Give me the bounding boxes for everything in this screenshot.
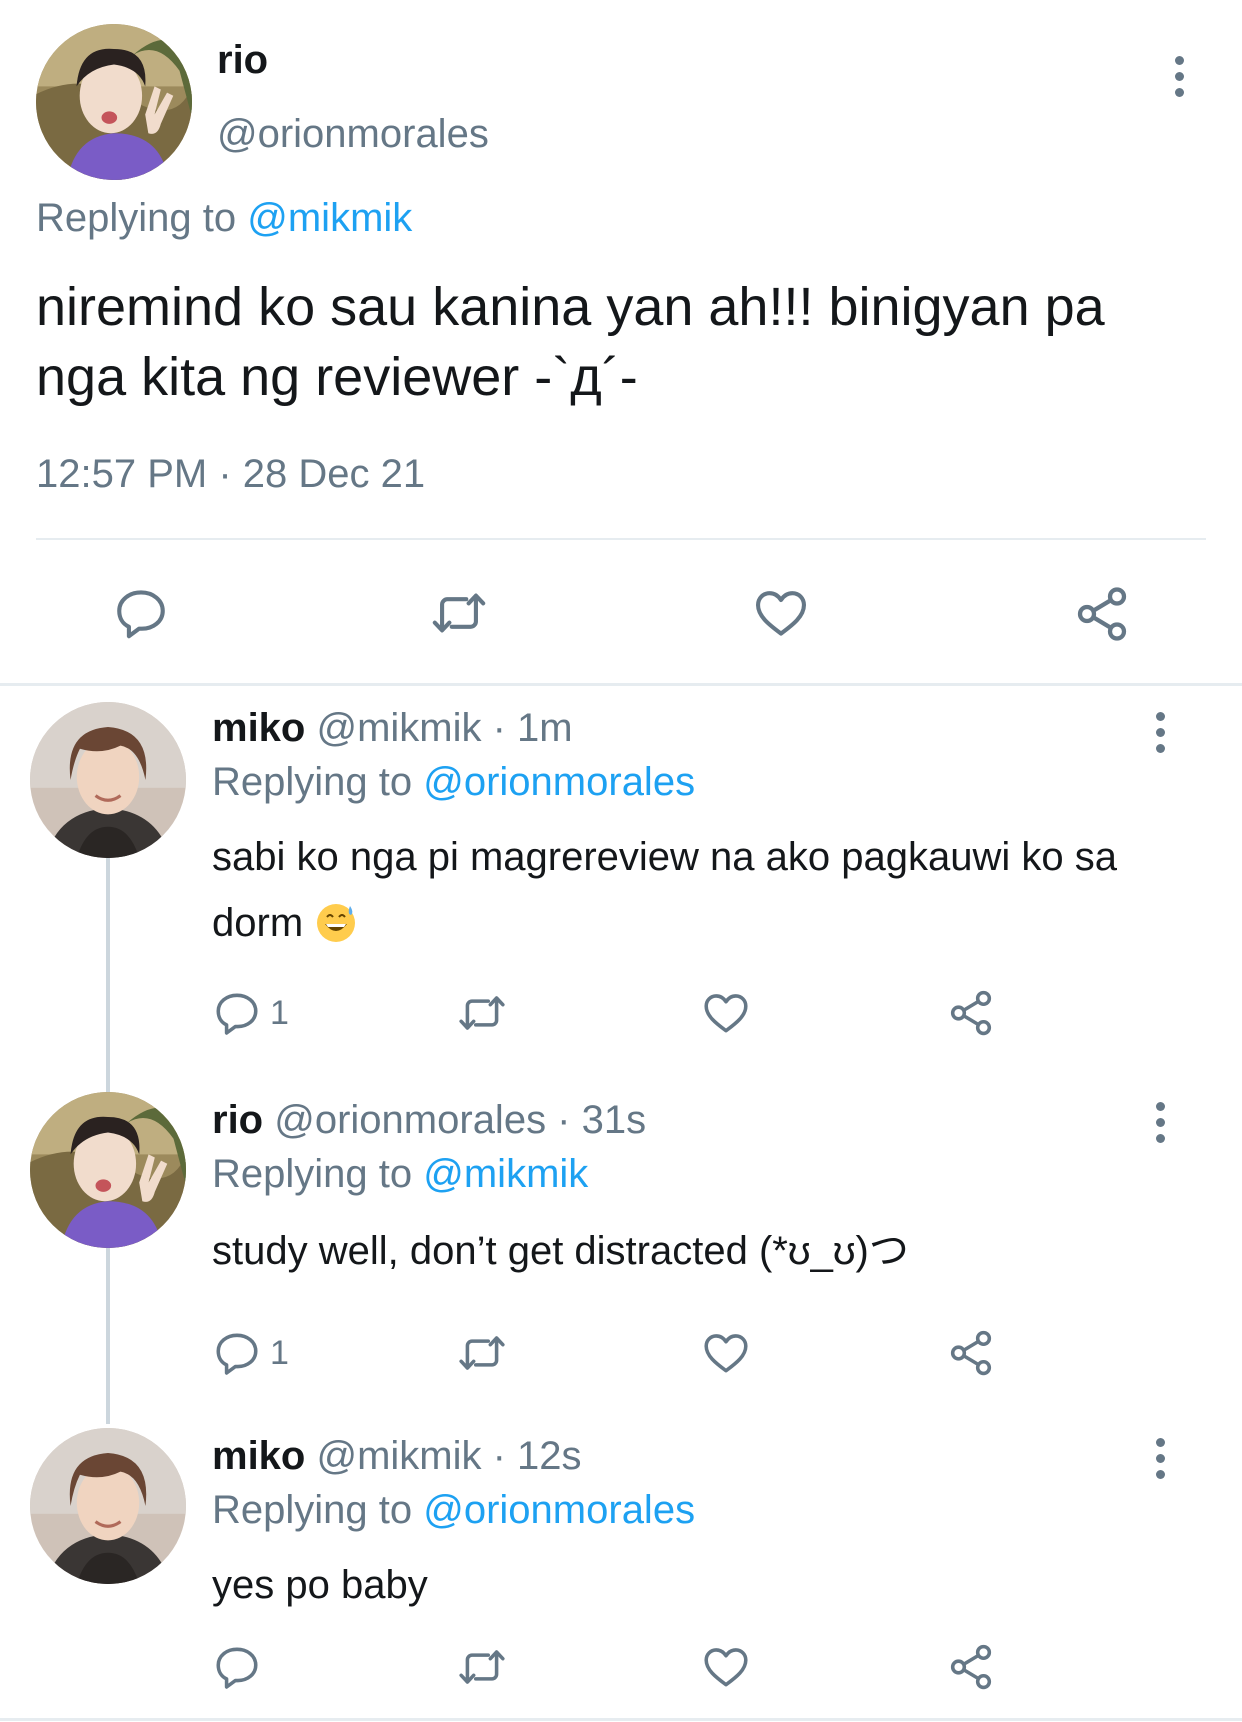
reply-icon: [112, 584, 170, 642]
replying-to-line: Replying to @mikmik: [212, 1152, 588, 1197]
author-name[interactable]: miko: [212, 1434, 305, 1478]
retweet-button[interactable]: [454, 1642, 510, 1692]
like-icon: [700, 988, 752, 1038]
avatar[interactable]: [30, 1092, 186, 1248]
tweet-text: sabi ko nga pi magrereview na ako pagkau…: [212, 824, 1172, 956]
avatar[interactable]: [30, 702, 186, 858]
replying-to-label: Replying to: [212, 1488, 413, 1532]
retweet-icon: [428, 584, 490, 642]
reply-button[interactable]: [212, 1642, 270, 1692]
like-icon: [700, 1642, 752, 1692]
avatar-image: [30, 1428, 186, 1584]
share-icon: [946, 988, 996, 1038]
tweet-actions: [0, 1632, 1242, 1712]
author-handle-time[interactable]: @orionmorales · 31s: [274, 1098, 646, 1142]
like-icon: [751, 584, 811, 642]
author-name[interactable]: miko: [212, 706, 305, 750]
avatar-image: [36, 24, 192, 180]
like-button[interactable]: [700, 1642, 752, 1692]
share-icon: [946, 1642, 996, 1692]
replying-to-mention[interactable]: @mikmik: [423, 1152, 588, 1196]
replying-to-mention[interactable]: @orionmorales: [423, 760, 695, 804]
tweet-actions: [0, 570, 1242, 650]
avatar-image: [30, 1092, 186, 1248]
tweet-text: yes po baby: [212, 1563, 428, 1607]
share-icon: [946, 1328, 996, 1378]
replying-to-line: Replying to @orionmorales: [212, 1488, 695, 1533]
author-name[interactable]: rio: [217, 38, 268, 83]
share-button[interactable]: [1072, 584, 1132, 644]
divider: [36, 538, 1206, 540]
bottom-divider: [0, 1718, 1242, 1721]
retweet-button[interactable]: [428, 584, 490, 642]
tweet-actions: 1: [0, 1318, 1242, 1398]
avatar[interactable]: [30, 1428, 186, 1584]
more-options-icon[interactable]: [1150, 712, 1170, 753]
replying-to-line: Replying to @orionmorales: [212, 760, 695, 805]
retweet-button[interactable]: [454, 988, 510, 1038]
reply-header: miko @mikmik · 12s: [212, 1434, 582, 1479]
reply-button[interactable]: 1: [212, 1328, 289, 1378]
reply-button[interactable]: 1: [212, 988, 289, 1038]
reply-count: 1: [270, 993, 289, 1032]
tweet-text: study well, don’t get distracted (*ʊ_ʊ)つ: [212, 1229, 909, 1273]
grinning-sweat-emoji: [317, 904, 356, 942]
avatar-image: [30, 702, 186, 858]
share-button[interactable]: [946, 1328, 996, 1378]
share-button[interactable]: [946, 988, 996, 1038]
retweet-button[interactable]: [454, 1328, 510, 1378]
tweet-timestamp[interactable]: 12:57 PM · 28 Dec 21: [36, 452, 425, 497]
replying-to-label: Replying to: [212, 760, 413, 804]
retweet-icon: [454, 1328, 510, 1378]
share-button[interactable]: [946, 1642, 996, 1692]
more-options-icon[interactable]: [1150, 1438, 1170, 1479]
like-button[interactable]: [700, 1328, 752, 1378]
reply-tweet[interactable]: miko @mikmik · 12s Replying to @orionmor…: [0, 1414, 1242, 1718]
reply-button[interactable]: [112, 584, 170, 642]
replying-to-mention[interactable]: @mikmik: [247, 196, 412, 240]
retweet-icon: [454, 988, 510, 1038]
like-button[interactable]: [751, 584, 811, 642]
reply-tweet[interactable]: rio @orionmorales · 31s Replying to @mik…: [0, 1078, 1242, 1414]
like-button[interactable]: [700, 988, 752, 1038]
replying-to-line: Replying to @mikmik: [36, 196, 412, 241]
author-handle-time[interactable]: @mikmik · 12s: [316, 1434, 581, 1478]
more-options-icon[interactable]: [1169, 56, 1189, 97]
reply-header: rio @orionmorales · 31s: [212, 1098, 646, 1143]
reply-tweet[interactable]: miko @mikmik · 1m Replying to @orionmora…: [0, 686, 1242, 1078]
reply-icon: [212, 1328, 262, 1378]
tweet-text: niremind ko sau kanina yan ah!!! binigya…: [36, 277, 1105, 407]
like-icon: [700, 1328, 752, 1378]
more-options-icon[interactable]: [1150, 1102, 1170, 1143]
avatar[interactable]: [36, 24, 192, 180]
reply-header: miko @mikmik · 1m: [212, 706, 573, 751]
replying-to-label: Replying to: [36, 196, 237, 240]
reply-icon: [212, 1642, 262, 1692]
share-icon: [1072, 584, 1132, 644]
author-handle[interactable]: @orionmorales: [217, 112, 489, 157]
reply-count: 1: [270, 1333, 289, 1372]
replying-to-label: Replying to: [212, 1152, 413, 1196]
reply-icon: [212, 988, 262, 1038]
retweet-icon: [454, 1642, 510, 1692]
replying-to-mention[interactable]: @orionmorales: [423, 1488, 695, 1532]
tweet-actions: 1: [0, 978, 1242, 1058]
author-handle-time[interactable]: @mikmik · 1m: [316, 706, 572, 750]
main-tweet: rio @orionmorales Replying to @mikmik ni…: [0, 0, 1242, 683]
author-name[interactable]: rio: [212, 1098, 263, 1142]
